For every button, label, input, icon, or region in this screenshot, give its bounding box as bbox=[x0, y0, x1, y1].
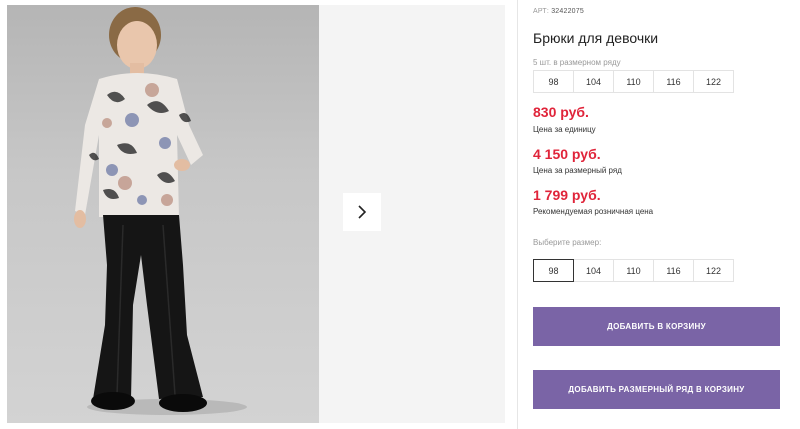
product-photo[interactable] bbox=[7, 5, 319, 423]
size-row-cell: 110 bbox=[613, 70, 654, 93]
choose-size-label: Выберите размер: bbox=[533, 238, 602, 247]
product-photo-illustration bbox=[74, 7, 247, 415]
add-to-cart-button[interactable]: ДОБАВИТЬ В КОРЗИНУ bbox=[533, 307, 780, 346]
size-picker: 98 104 110 116 122 bbox=[533, 259, 734, 282]
sku-label: АРТ: bbox=[533, 8, 550, 15]
size-row-label: 5 шт. в размерном ряду bbox=[533, 58, 621, 67]
sku-value: 32422075 bbox=[551, 8, 584, 15]
unit-price-note: Цена за единицу bbox=[533, 125, 596, 134]
size-row-cell: 104 bbox=[573, 70, 614, 93]
column-divider bbox=[517, 0, 518, 429]
product-gallery bbox=[0, 0, 520, 429]
next-image-button[interactable] bbox=[343, 193, 381, 231]
size-row-price: 4 150 руб. bbox=[533, 146, 601, 162]
size-option-104[interactable]: 104 bbox=[573, 259, 614, 282]
size-row-grid: 98 104 110 116 122 bbox=[533, 70, 734, 93]
add-size-row-button[interactable]: ДОБАВИТЬ РАЗМЕРНЫЙ РЯД В КОРЗИНУ bbox=[533, 370, 780, 409]
retail-price-note: Рекомендуемая розничная цена bbox=[533, 207, 654, 216]
size-option-116[interactable]: 116 bbox=[653, 259, 694, 282]
size-row-cell: 122 bbox=[693, 70, 734, 93]
unit-price: 830 руб. bbox=[533, 104, 589, 120]
product-title: Брюки для девочки bbox=[533, 30, 659, 46]
size-option-122[interactable]: 122 bbox=[693, 259, 734, 282]
size-row-price-note: Цена за размерный ряд bbox=[533, 166, 622, 175]
retail-price: 1 799 руб. bbox=[533, 187, 601, 203]
size-option-110[interactable]: 110 bbox=[613, 259, 654, 282]
size-option-98[interactable]: 98 bbox=[533, 259, 574, 282]
chevron-right-icon bbox=[358, 205, 367, 219]
size-row-cell: 98 bbox=[533, 70, 574, 93]
product-sku: АРТ: 32422075 bbox=[533, 8, 584, 15]
size-row-cell: 116 bbox=[653, 70, 694, 93]
